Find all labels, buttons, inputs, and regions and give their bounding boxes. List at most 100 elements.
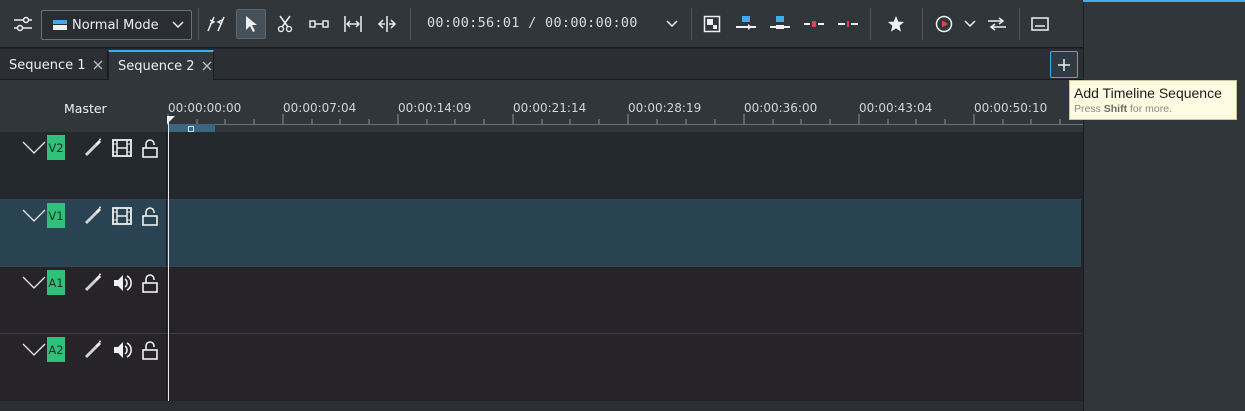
track-a1[interactable]: A1	[0, 267, 1081, 334]
collapse-chevron-icon[interactable]	[22, 140, 46, 154]
insert-clip-button[interactable]	[731, 9, 761, 39]
effects-wand-icon[interactable]	[83, 273, 103, 293]
master-track-label[interactable]: Master	[64, 101, 107, 116]
multicam-tool-button[interactable]	[372, 9, 402, 39]
right-dock-panel	[1083, 2, 1245, 411]
unlock-icon[interactable]	[141, 273, 159, 293]
ruler-tick-label: 00:00:00:00	[168, 101, 242, 115]
tooltip-title: Add Timeline Sequence	[1074, 85, 1222, 101]
ruler-tick-label: 00:00:21:14	[513, 101, 587, 115]
track-header[interactable]: V2	[0, 132, 167, 200]
effects-wand-icon[interactable]	[83, 138, 103, 158]
edit-mode-combo[interactable]: Normal Mode	[41, 10, 192, 40]
settings-sliders-icon[interactable]	[8, 9, 38, 39]
track-tag[interactable]: A1	[47, 270, 65, 295]
unlock-icon[interactable]	[141, 138, 159, 158]
overwrite-icon	[770, 16, 790, 29]
select-icon	[246, 16, 257, 32]
track-lane[interactable]	[168, 200, 1081, 267]
track-lane[interactable]	[168, 267, 1081, 334]
track-tag[interactable]: V2	[47, 135, 65, 160]
track-v2[interactable]: V2	[0, 132, 1081, 200]
subtitle-track-button[interactable]	[1025, 9, 1055, 39]
normal-mode-icon	[53, 20, 67, 30]
tooltip-hint: Press Shift for more.	[1074, 103, 1173, 115]
plus-icon	[1058, 58, 1070, 71]
subtitle-icon	[1031, 17, 1049, 31]
extract-icon	[838, 21, 858, 27]
chevron-down-icon	[172, 21, 184, 29]
tooltip: Add Timeline Sequence Press Shift for mo…	[1069, 80, 1237, 120]
edit-mode-label: Normal Mode	[72, 17, 159, 33]
tab-label: Sequence 1	[9, 57, 86, 73]
tab-sequence-1[interactable]: Sequence 1	[0, 50, 108, 80]
overwrite-clip-button[interactable]	[765, 9, 795, 39]
ruler-tick-label: 00:00:50:10	[974, 101, 1048, 115]
timeline-ruler[interactable]: 00:00:00:00 00:00:07:04 00:00:14:09 00:0…	[167, 80, 1083, 132]
spacer-tool-button[interactable]	[201, 9, 231, 39]
ruler-tick-label: 00:00:14:09	[398, 101, 472, 115]
ruler-tick-label: 00:00:43:04	[859, 101, 933, 115]
close-icon[interactable]	[92, 59, 104, 71]
razor-icon	[277, 15, 293, 33]
ripple-tool-button[interactable]	[338, 9, 368, 39]
close-icon[interactable]	[201, 60, 213, 72]
lift-clip-button[interactable]	[799, 9, 829, 39]
unlock-icon[interactable]	[141, 340, 159, 360]
composition-button[interactable]	[697, 9, 727, 39]
spacer-icon	[207, 16, 225, 32]
timecode-total: 00:00:00:00	[545, 15, 638, 31]
tab-label: Sequence 2	[118, 58, 195, 74]
insert-icon	[736, 16, 756, 30]
ripple-icon	[344, 16, 362, 32]
ruler-tick-label: 00:00:28:19	[628, 101, 702, 115]
preview-render-chevron-icon[interactable]	[964, 19, 976, 29]
timeline-toolbar: Normal Mode 00:00:56:01 / 00:00:00:00	[0, 0, 1083, 48]
track-header[interactable]: A1	[0, 267, 167, 334]
timeline-scroll-area[interactable]	[0, 401, 1083, 411]
effects-wand-icon[interactable]	[83, 206, 103, 226]
effects-wand-icon[interactable]	[83, 340, 103, 360]
composition-icon	[703, 15, 721, 33]
collapse-chevron-icon[interactable]	[22, 342, 46, 356]
track-v1[interactable]: V1	[0, 200, 1081, 267]
track-tag[interactable]: A2	[47, 337, 65, 362]
ruler-ticks	[167, 114, 1061, 124]
track-header[interactable]: V1	[0, 200, 167, 267]
lift-icon	[804, 21, 824, 27]
film-strip-icon[interactable]	[112, 138, 132, 158]
timecode-display[interactable]: 00:00:56:01 / 00:00:00:00	[427, 15, 638, 31]
preview-render-button[interactable]	[929, 9, 959, 39]
sequence-tab-bar: Sequence 1 Sequence 2	[0, 49, 1083, 80]
track-header[interactable]: A2	[0, 334, 167, 401]
collapse-chevron-icon[interactable]	[22, 275, 46, 289]
track-lane[interactable]	[168, 132, 1081, 200]
select-tool-button[interactable]	[236, 9, 266, 39]
ruler-tick-label: 00:00:36:00	[744, 101, 818, 115]
slip-tool-button[interactable]	[304, 9, 334, 39]
mixer-icon	[988, 17, 1006, 31]
playhead[interactable]	[168, 118, 169, 401]
preview-render-icon	[935, 15, 953, 33]
timecode-current: 00:00:56:01	[427, 15, 520, 31]
add-timeline-sequence-button[interactable]	[1050, 51, 1078, 78]
collapse-chevron-icon[interactable]	[22, 208, 46, 222]
audio-mixer-button[interactable]	[982, 9, 1012, 39]
favorite-effects-button[interactable]	[881, 9, 911, 39]
speaker-icon[interactable]	[112, 273, 132, 293]
track-lane[interactable]	[168, 334, 1081, 401]
tab-sequence-2[interactable]: Sequence 2	[108, 50, 214, 80]
film-strip-icon[interactable]	[112, 206, 132, 226]
razor-tool-button[interactable]	[270, 9, 300, 39]
timecode-format-chevron-icon[interactable]	[666, 19, 678, 29]
favorite-star-icon	[888, 16, 904, 32]
slip-icon	[309, 20, 329, 28]
multicam-icon	[377, 16, 397, 32]
speaker-icon[interactable]	[112, 340, 132, 360]
timecode-separator: /	[528, 15, 537, 31]
ruler-tick-label: 00:00:07:04	[283, 101, 357, 115]
track-tag[interactable]: V1	[47, 203, 65, 228]
unlock-icon[interactable]	[141, 206, 159, 226]
extract-clip-button[interactable]	[833, 9, 863, 39]
track-a2[interactable]: A2	[0, 334, 1081, 401]
